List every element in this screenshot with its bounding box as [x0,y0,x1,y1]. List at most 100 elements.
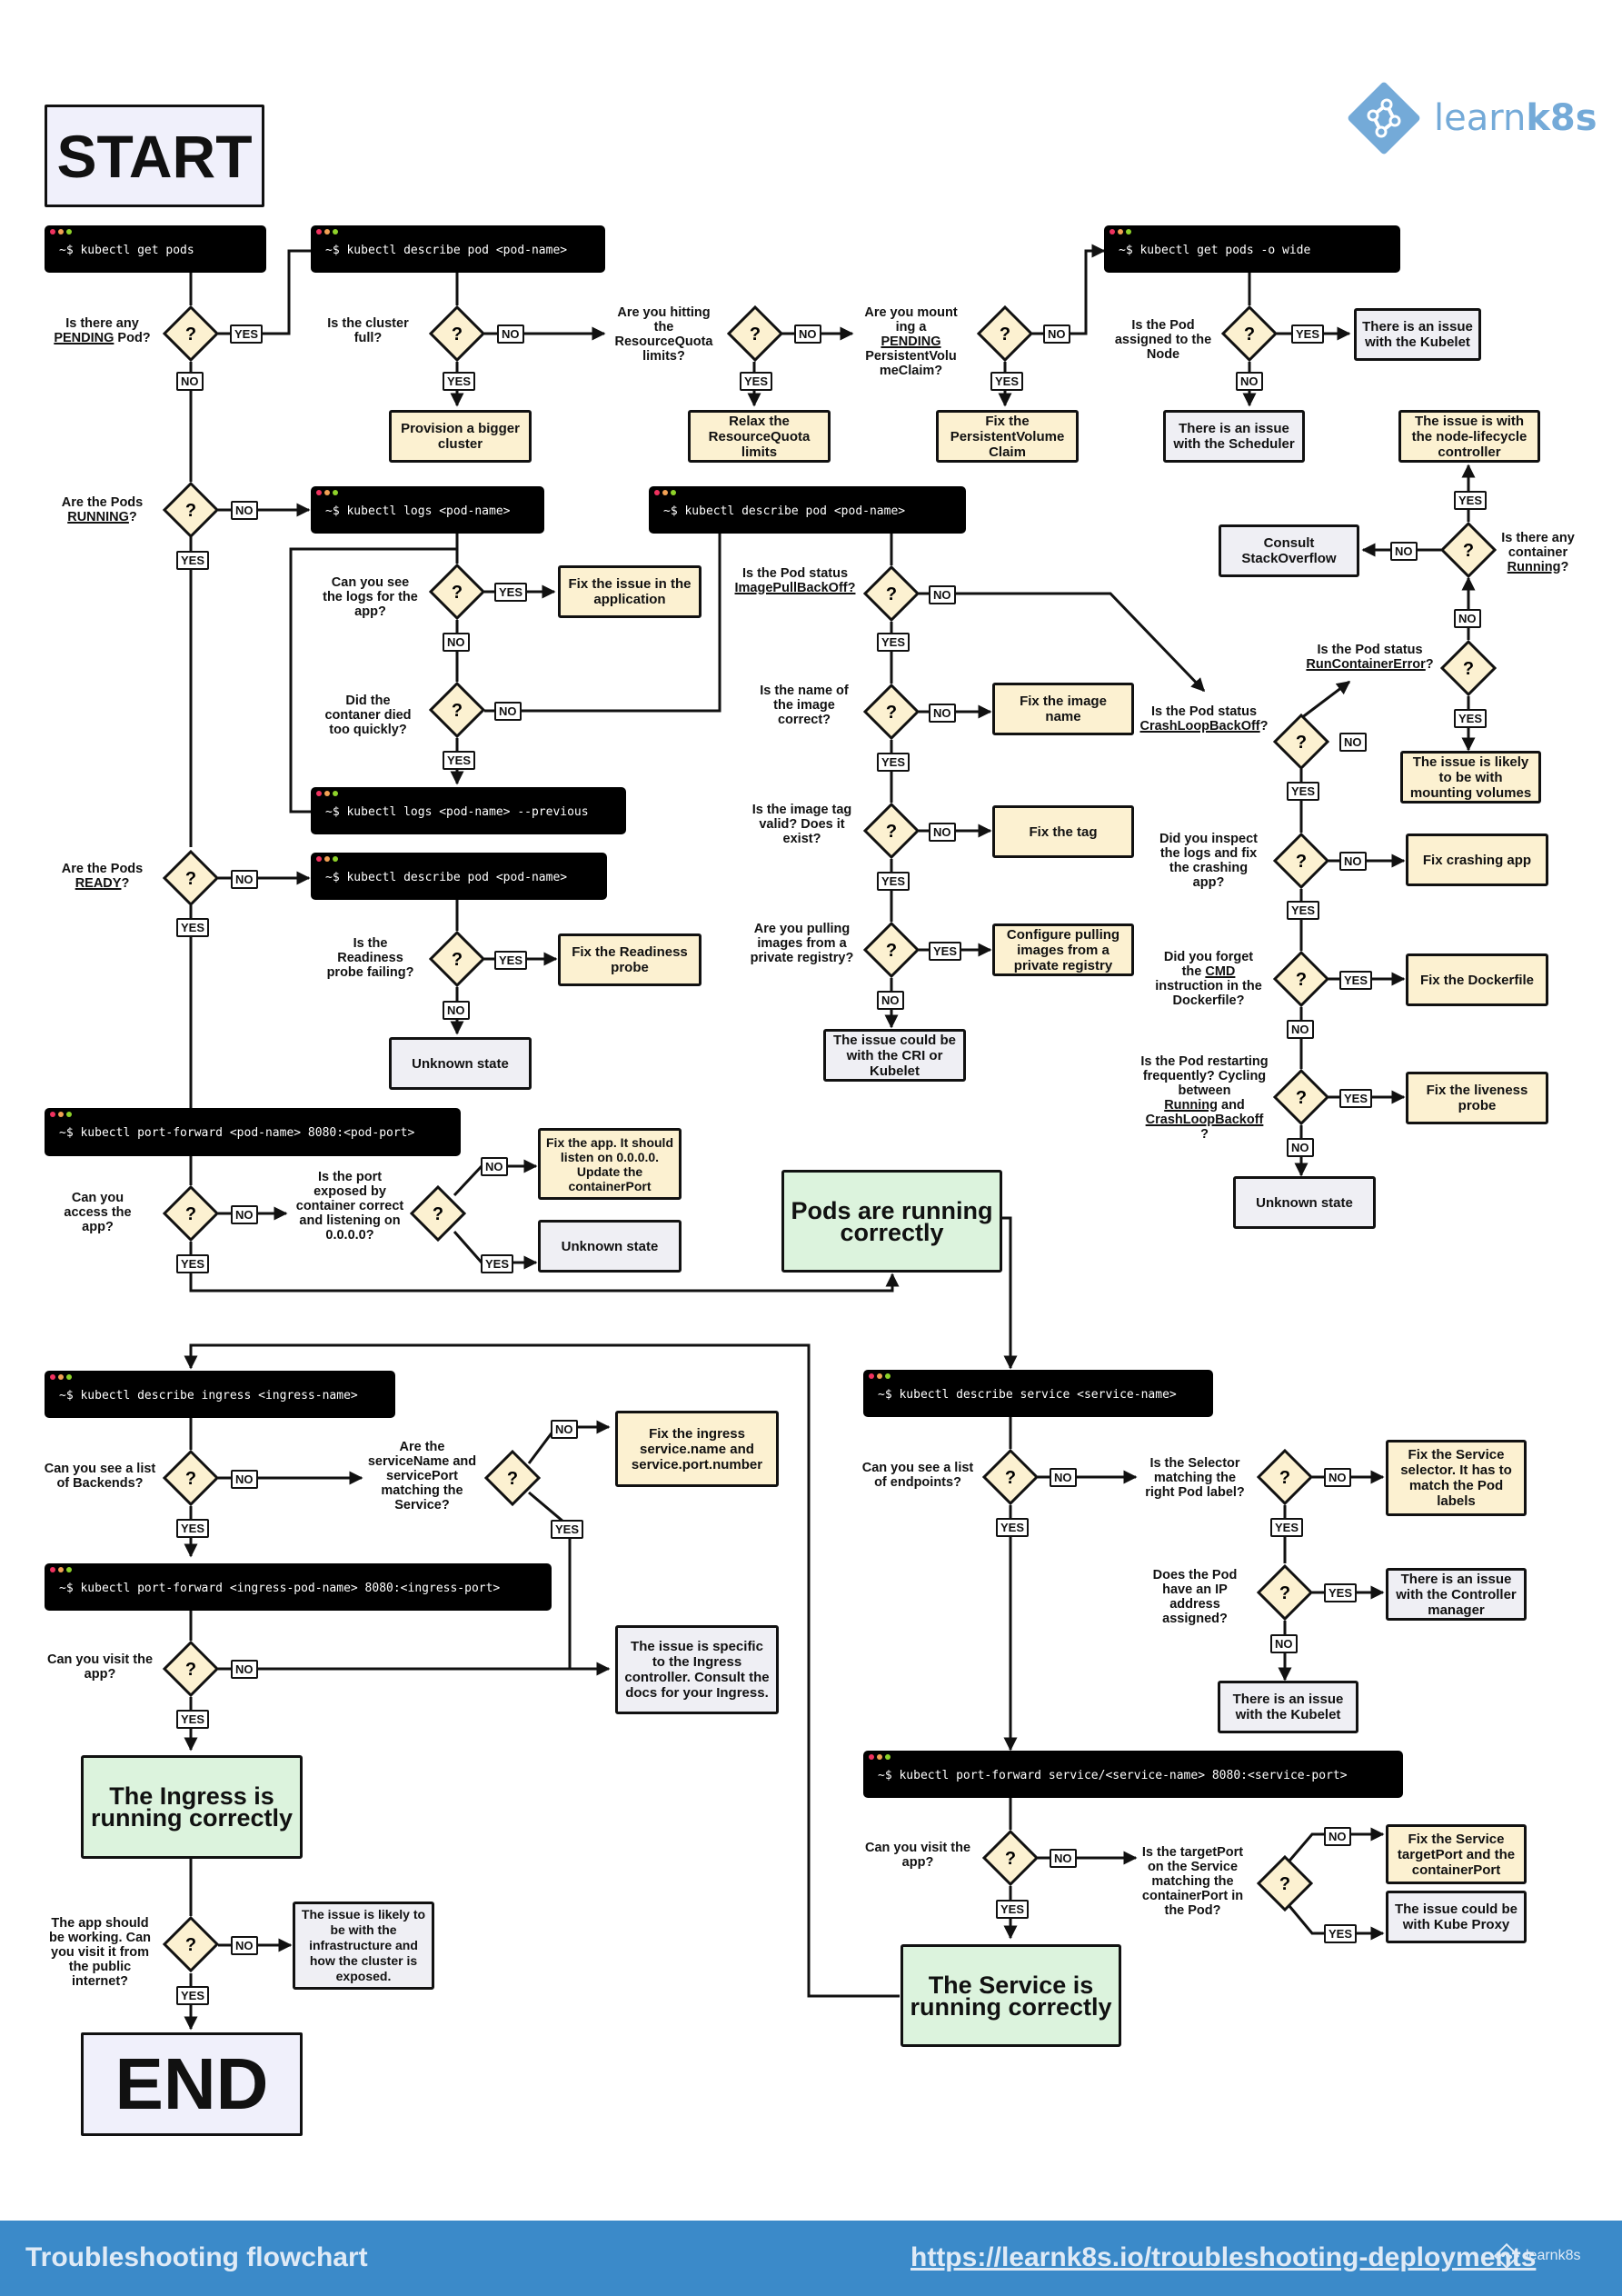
question-selector: Is the Selector matching the right Pod l… [1145,1456,1245,1500]
yes-label: YES [494,951,528,970]
outcome-service-ok: The Service is running correctly [901,1944,1121,2047]
question-restarting: Is the Pod restarting frequently? Cyclin… [1140,1054,1269,1142]
question-diamond-icon: ? [1257,1564,1313,1621]
question-imagepull: Is the Pod status ImagePullBackOff? [734,566,856,595]
terminal-dot [316,791,322,796]
terminal-dot [877,1754,882,1760]
question-access-app: Can you access the app? [64,1191,132,1234]
question-diamond-icon: ? [1257,1855,1313,1912]
svg-text:?: ? [507,1469,518,1489]
terminal-dot [58,1567,64,1572]
terminal-describe-service: ~$ kubectl describe service <service-nam… [863,1370,1213,1417]
terminal-command: ~$ kubectl describe pod <pod-name> [325,244,568,257]
terminal-dot [66,1112,72,1117]
question-endpoints: Can you see a list of endpoints? [861,1461,974,1490]
yes-label: YES [1454,709,1488,728]
terminal-dot [654,490,660,495]
terminal-dot [324,856,330,862]
svg-text:?: ? [1005,1849,1016,1869]
terminal-port-forward-ingress: ~$ kubectl port-forward <ingress-pod-nam… [45,1563,552,1611]
terminal-dot-red [50,229,55,235]
decision-see-logs: ? [429,564,485,620]
terminal-dot [58,1374,64,1380]
decision-readiness: ? [429,931,485,987]
question-public-internet: The app should be working. Can you visit… [49,1916,151,1989]
terminal-dot [66,1374,72,1380]
flowchart-canvas: START learnk8s ~$ kubectl get pods ~$ ku… [0,0,1622,2296]
terminal-describe-pod-3: ~$ kubectl describe pod <pod-name> [311,853,607,900]
learnk8s-logo-icon [1348,82,1420,155]
svg-text:?: ? [185,1935,196,1955]
no-label: NO [1287,1020,1314,1039]
question-private-registry: Are you pulling images from a private re… [750,922,854,965]
terminal-dot [316,490,322,495]
question-diamond-icon: ? [1273,951,1329,1007]
terminal-logs-previous: ~$ kubectl logs <pod-name> --previous [311,787,626,834]
question-diamond-icon: ? [1440,522,1497,578]
terminal-command: ~$ kubectl logs <pod-name> --previous [325,805,589,819]
no-label: NO [1270,1634,1298,1653]
no-label: NO [176,372,204,391]
question-diamond-icon: ? [163,850,219,906]
outcome-unknown-3: Unknown state [538,1220,682,1273]
yes-label: YES [1454,491,1488,510]
yes-label: YES [230,324,264,344]
decision-public-internet: ? [163,1916,219,1972]
terminal-dot [316,856,322,862]
no-label: NO [551,1420,578,1439]
yes-label: YES [176,551,210,570]
no-label: NO [1339,733,1367,752]
decision-resource-quota: ? [727,305,783,362]
outcome-mounting-volumes: The issue is likely to be with mounting … [1400,751,1541,804]
terminal-dot-orange [58,229,64,235]
terminal-window-dots [50,229,72,235]
svg-text:?: ? [433,1204,443,1224]
outcome-fix-readiness: Fix the Readiness probe [558,933,702,986]
question-diamond-icon: ? [1273,1069,1329,1125]
outcome-scheduler-issue: There is an issue with the Scheduler [1163,410,1305,463]
decision-pod-ip: ? [1257,1564,1313,1621]
question-diamond-icon: ? [429,931,485,987]
decision-service-name-port: ? [484,1450,541,1506]
terminal-command: ~$ kubectl port-forward <pod-name> 8080:… [59,1126,415,1140]
learnk8s-logo: learnk8s [1343,77,1597,159]
yes-label: YES [740,372,773,391]
start-label: START [56,122,253,190]
svg-text:?: ? [886,584,897,604]
decision-restarting: ? [1273,1069,1329,1125]
terminal-get-pods-wide: ~$ kubectl get pods -o wide [1104,225,1400,273]
yes-label: YES [443,751,476,770]
footer-link[interactable]: https://learnk8s.io/troubleshooting-depl… [911,2242,1536,2273]
no-label: NO [1324,1827,1351,1846]
terminal-command: ~$ kubectl get pods [59,244,194,257]
terminal-dot [333,229,338,235]
svg-text:?: ? [185,501,196,521]
outcome-fix-listen: Fix the app. It should listen on 0.0.0.0… [538,1128,682,1200]
svg-text:?: ? [185,1204,196,1224]
svg-text:?: ? [750,324,761,344]
no-label: NO [1339,852,1367,871]
learnk8s-small-logo-icon [1493,2242,1520,2270]
terminal-dot [324,490,330,495]
outcome-fix-tag: Fix the tag [992,805,1134,858]
no-label: NO [231,1205,258,1224]
outcome-private-registry: Configure pulling images from a private … [992,923,1134,976]
terminal-dot [662,490,668,495]
question-port-exposed: Is the port exposed by container correct… [295,1170,404,1243]
yes-label: YES [176,1710,210,1729]
question-diamond-icon: ? [429,564,485,620]
decision-cmd: ? [1273,951,1329,1007]
no-label: NO [231,1470,258,1489]
decision-visit-app-service: ? [982,1830,1039,1886]
terminal-dot-green [66,229,72,235]
end-block: END [81,2032,303,2136]
decision-image-name: ? [863,684,920,740]
question-died-quickly: Did the contaner died too quickly? [324,694,412,737]
yes-label: YES [1287,901,1320,920]
question-image-tag: Is the image tag valid? Does it exist? [751,803,852,846]
question-diamond-icon: ? [163,1185,219,1242]
svg-text:?: ? [1296,733,1307,753]
outcome-infrastructure: The issue is likely to be with the infra… [293,1902,434,1990]
outcome-fix-liveness: Fix the liveness probe [1406,1072,1548,1124]
question-diamond-icon: ? [982,1830,1039,1886]
